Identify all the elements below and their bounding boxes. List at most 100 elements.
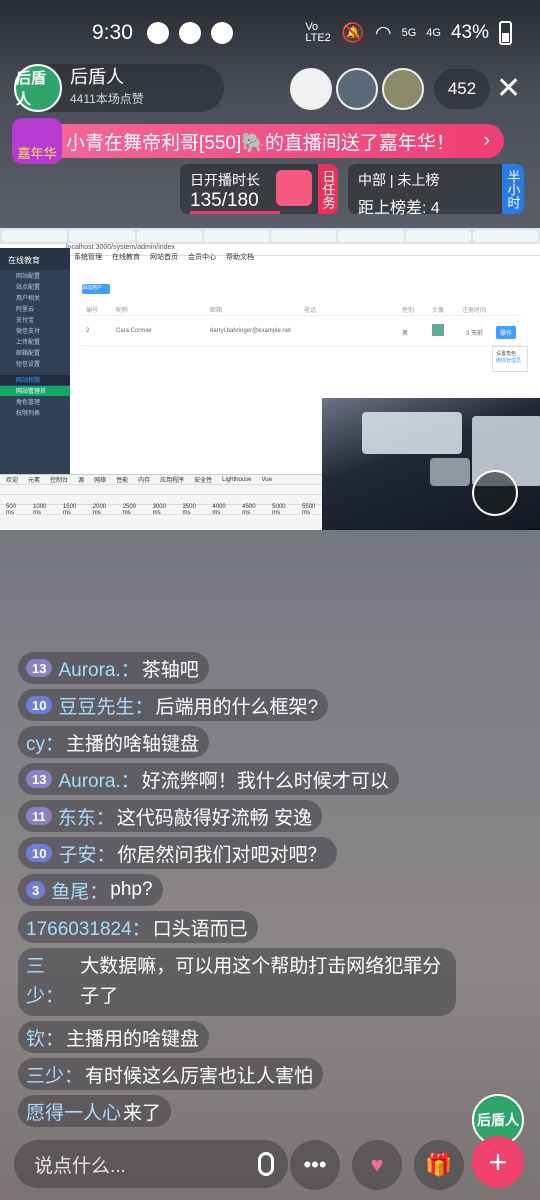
gift-banner-text: 小青在舞帝利哥[550]🐘的直播间送了嘉年华！ <box>66 132 455 154</box>
signal-5g: 5G <box>401 27 417 39</box>
chat-text: 后端用的什么框架? <box>155 696 319 718</box>
chat-text: 有时候这么厉害也让人害怕 <box>85 1065 314 1087</box>
chat-username[interactable]: cy： <box>26 729 64 756</box>
chat-username[interactable]: 鱼尾： <box>51 877 108 904</box>
signal-4g: 4G <box>426 27 441 39</box>
sidebar-item: 权限列表 <box>16 411 41 417</box>
chat-text: 茶轴吧 <box>141 659 199 681</box>
level-badge: 13 <box>26 770 53 788</box>
webcam-overlay <box>322 398 540 530</box>
host-info[interactable]: 后盾人 后盾人 4411本场点赞 <box>14 64 224 112</box>
tiktok-icon <box>210 22 233 44</box>
nav-item: 帮助文档 <box>226 254 254 261</box>
heart-icon[interactable]: ♥ <box>352 1140 402 1190</box>
chat-text: 主播的啥轴键盘 <box>66 733 200 755</box>
sidebar-item: 站点配置 <box>16 285 41 291</box>
chat-message[interactable]: 1766031824： 口头语而已 <box>18 911 488 948</box>
chat-message[interactable]: cy： 主播的啥轴键盘 <box>18 726 488 763</box>
message-icon <box>146 22 169 44</box>
level-badge: 10 <box>26 844 53 862</box>
status-bar: 9:30 Vo LTE2 🔕 ◠ 5G 4G 43% <box>0 0 540 66</box>
rank-tag: 半小时 <box>502 164 524 214</box>
chevron-right-icon[interactable]: › <box>484 130 490 152</box>
clock-time: 9:30 <box>92 21 133 44</box>
chat-text: 你居然问我们对吧对吧？ <box>117 844 327 866</box>
task-progress <box>190 211 280 214</box>
chat-username[interactable]: Aurora.： <box>58 655 139 682</box>
row-dropdown: 设置角色 删除管理员 <box>492 346 528 372</box>
chat-username[interactable]: 三少： <box>26 952 78 1012</box>
gift-banner[interactable]: 嘉年华 小青在舞帝利哥[550]🐘的直播间送了嘉年华！ › <box>12 118 504 164</box>
chat-message[interactable]: 三少： 大数据嘛，可以用这个帮助打击网络犯罪分子了 <box>18 948 488 1021</box>
chat-username[interactable]: 1766031824： <box>26 914 151 941</box>
likes-count: 4411本场点赞 <box>70 92 144 106</box>
rank-box[interactable]: 中部 | 未上榜 距上榜差: 4 半小时 <box>348 164 524 217</box>
more-icon[interactable]: ••• <box>290 1140 340 1190</box>
chat-username[interactable]: 子安： <box>58 840 115 867</box>
chat-message[interactable]: 钦： 主播用的啥键盘 <box>18 1021 488 1058</box>
chat-text: 好流弊啊！我什么时候才可以 <box>141 770 389 792</box>
chat-username[interactable]: 东东： <box>58 803 115 830</box>
chat-text: 这代码敲得好流畅 安逸 <box>116 807 313 829</box>
daily-task[interactable]: 日开播时长 135/180 日任务 <box>180 164 338 214</box>
live-stream-video[interactable]: localhost:3000/system/admin/index 在线教育 网… <box>0 228 540 530</box>
nav-item: 在线教育 <box>112 254 140 261</box>
sidebar-title: 在线教育 <box>0 248 70 270</box>
level-badge: 11 <box>26 807 52 825</box>
battery-level: 43% <box>450 22 489 43</box>
level-badge: 13 <box>26 659 53 677</box>
volte-indicator: Vo LTE2 <box>305 21 331 44</box>
viewer-avatar[interactable] <box>382 68 424 110</box>
chat-text: 来了 <box>123 1102 162 1124</box>
close-icon[interactable]: ✕ <box>496 74 521 104</box>
chat-message[interactable]: 愿得一人心 来了 <box>18 1095 488 1132</box>
chat-username[interactable]: 愿得一人心 <box>26 1098 121 1125</box>
nav-item: 会员中心 <box>188 254 216 261</box>
chat-message[interactable]: 11 东东： 这代码敲得好流畅 安逸 <box>18 800 488 837</box>
table-row: 2 Cara Cormier darryl.bahringer@example.… <box>82 318 522 346</box>
chat-text: 主播用的啥键盘 <box>66 1028 200 1050</box>
chat-message[interactable]: 10 子安： 你居然问我们对吧对吧？ <box>18 837 488 874</box>
browser-tabs <box>0 228 540 244</box>
comment-input[interactable]: 说点什么... <box>14 1140 288 1188</box>
mic-icon[interactable] <box>258 1152 274 1176</box>
gift-icon[interactable]: 🎁 <box>414 1140 464 1190</box>
nav-item: 网站首页 <box>150 254 178 261</box>
rank-gap: 距上榜差: 4 <box>358 200 440 217</box>
chat-message[interactable]: 13 Aurora.： 茶轴吧 <box>18 652 488 689</box>
chat-username[interactable]: 豆豆先生： <box>58 692 153 719</box>
comment-placeholder: 说点什么... <box>34 1155 126 1177</box>
devtools-panel: 欢迎 元素 控制台源网络 性能 内存 应用程序 安全性 Lighthouse Vue 500 m… <box>0 474 322 530</box>
chat-text: 大数据嘛，可以用这个帮助打击网络犯罪分子了 <box>80 956 442 1007</box>
chat-message[interactable]: 三少： 有时候这么厉害也让人害怕 <box>18 1058 488 1095</box>
chat-username[interactable]: 钦： <box>26 1024 64 1051</box>
host-avatar[interactable]: 后盾人 <box>14 64 62 112</box>
table-header: 编号 昵称 邮箱 电话 性别 头像 注册时间 <box>82 302 522 316</box>
sidebar-item: 支付宝 <box>16 318 35 324</box>
sidebar-item: 网站管理员 <box>0 386 70 396</box>
sidebar-item: 阿里云 <box>16 307 35 313</box>
sidebar-item: 上传配置 <box>16 340 41 346</box>
task-tag: 日任务 <box>318 164 338 214</box>
chat-message[interactable]: 10 豆豆先生： 后端用的什么框架? <box>18 689 488 726</box>
host-name: 后盾人 <box>70 67 124 87</box>
wifi-icon: ◠ <box>375 22 392 44</box>
sidebar-item: 微信支付 <box>16 329 41 335</box>
viewer-avatar[interactable] <box>336 68 378 110</box>
viewer-count[interactable]: 452 <box>434 69 490 109</box>
top-viewers[interactable]: 452 <box>290 68 490 110</box>
mute-icon: 🔕 <box>341 23 365 44</box>
chat-message[interactable]: 13 Aurora.： 好流弊啊！我什么时候才可以 <box>18 763 488 800</box>
chat-text: php? <box>110 879 153 900</box>
plus-button[interactable]: + <box>472 1136 524 1188</box>
viewer-avatar[interactable] <box>290 68 332 110</box>
sidebar-item: 用户相关 <box>16 296 41 302</box>
fullscreen-icon[interactable] <box>472 470 518 516</box>
chat-text: 口头语而已 <box>152 918 248 940</box>
sidebar-item: 角色管理 <box>16 400 41 406</box>
chat-username[interactable]: 三少： <box>26 1061 83 1088</box>
sidebar-item: 网站权限 <box>0 375 70 385</box>
chat-message[interactable]: 3 鱼尾： php? <box>18 874 488 911</box>
chat-username[interactable]: Aurora.： <box>58 766 139 793</box>
level-badge: 10 <box>26 696 53 714</box>
